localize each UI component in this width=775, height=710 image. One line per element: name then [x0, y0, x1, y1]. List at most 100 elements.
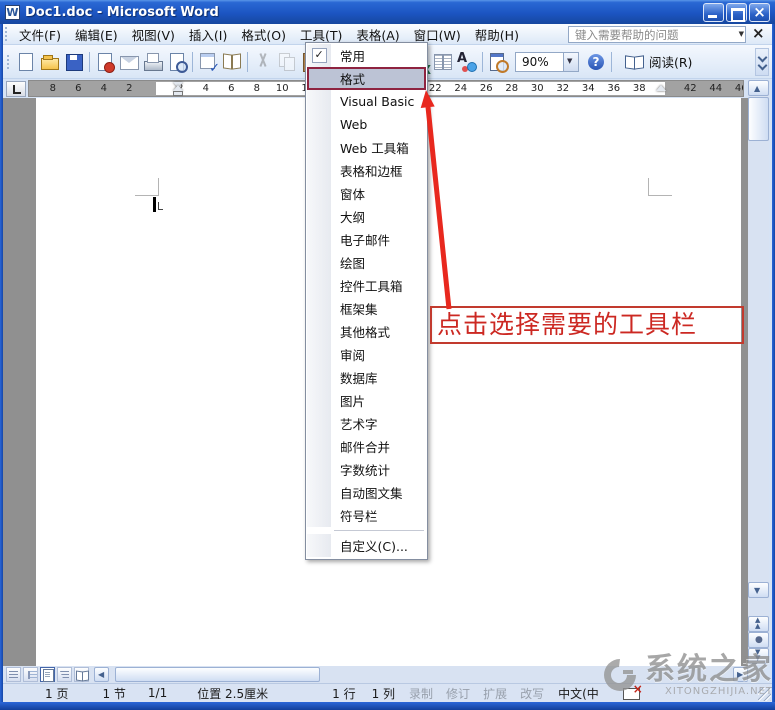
toolbars-menu-item[interactable]: 常用 [307, 44, 426, 67]
scroll-down-icon[interactable] [748, 582, 769, 598]
tab-selector-button[interactable] [6, 81, 26, 97]
menu-item[interactable]: 插入(I) [182, 23, 234, 46]
select-browse-object-icon[interactable] [748, 632, 769, 648]
margin-corner-mark [648, 178, 649, 196]
help-icon[interactable] [584, 50, 608, 74]
toolbars-menu-item[interactable]: 表格和边框 [307, 159, 426, 182]
mode-toggles: 录制修订扩展改写 [409, 685, 544, 702]
reading-mode-button[interactable]: 阅读(R) [619, 49, 698, 74]
spelling-status-icon[interactable] [623, 687, 640, 700]
page-indicator: 1 页 [45, 685, 68, 702]
cut-icon[interactable] [251, 50, 275, 74]
toolbars-menu-item[interactable]: Visual Basic [307, 90, 426, 113]
vertical-scrollbar[interactable] [748, 80, 769, 666]
toolbars-menu-item[interactable]: 邮件合并 [307, 435, 426, 458]
help-question-input[interactable]: 键入需要帮助的问题 [568, 26, 746, 43]
toolbars-menu-item[interactable]: 绘图 [307, 251, 426, 274]
close-document-icon[interactable] [752, 27, 765, 42]
toolbars-menu-item[interactable]: 窗体 [307, 182, 426, 205]
menu-item-label: 格式 [331, 69, 365, 88]
maximize-button[interactable] [726, 3, 747, 22]
toolbars-menu-item[interactable]: 艺术字 [307, 412, 426, 435]
menu-item[interactable]: 帮助(H) [468, 23, 526, 46]
toolbar-separator[interactable] [86, 50, 93, 74]
menu-item[interactable]: 文件(F) [12, 23, 68, 46]
menu-item-gutter [307, 504, 331, 527]
save-icon[interactable] [62, 50, 86, 74]
toolbars-menu-item[interactable]: 电子邮件 [307, 228, 426, 251]
minimize-button[interactable] [703, 3, 724, 22]
toolbars-menu-item[interactable]: 自动图文集 [307, 481, 426, 504]
columns-icon[interactable] [431, 50, 455, 74]
menu-item[interactable]: 视图(V) [125, 23, 182, 46]
email-icon[interactable] [117, 50, 141, 74]
menu-item[interactable]: 编辑(E) [68, 23, 125, 46]
text-cursor [153, 197, 156, 212]
drawing-icon[interactable] [455, 50, 479, 74]
spelling-grammar-icon[interactable] [196, 50, 220, 74]
permission-icon[interactable] [93, 50, 117, 74]
toolbars-menu-item[interactable]: 审阅 [307, 343, 426, 366]
left-indent-marker[interactable] [173, 91, 183, 96]
mode-toggle[interactable]: 修订 [446, 685, 470, 702]
research-icon[interactable] [220, 50, 244, 74]
toolbar-separator[interactable] [189, 50, 196, 74]
zoom-page-icon[interactable] [486, 50, 510, 74]
check-icon [312, 48, 327, 63]
chevron-down-icon[interactable] [735, 30, 745, 40]
toolbars-menu-item[interactable]: 控件工具箱 [307, 274, 426, 297]
toolbar-separator[interactable] [244, 50, 251, 74]
mode-toggle[interactable]: 扩展 [483, 685, 507, 702]
horizontal-scroll-track[interactable] [109, 667, 733, 682]
close-button[interactable] [749, 3, 770, 22]
toolbars-menu-item[interactable]: Web 工具箱 [307, 136, 426, 159]
toolbars-menu-item[interactable]: 字数统计 [307, 458, 426, 481]
menu-item-label: 常用 [331, 46, 365, 65]
customize-menu-item[interactable]: 自定义(C)... [307, 534, 426, 557]
menu-item[interactable]: 格式(O) [234, 23, 293, 46]
toolbars-menu-item[interactable]: 数据库 [307, 366, 426, 389]
chevron-down-icon[interactable] [563, 53, 578, 71]
mode-toggle[interactable]: 录制 [409, 685, 433, 702]
scroll-left-icon[interactable] [94, 667, 109, 682]
menu-item-label: 大纲 [331, 207, 365, 226]
previous-page-icon[interactable] [748, 616, 769, 632]
scroll-up-icon[interactable] [748, 80, 769, 96]
open-icon[interactable] [38, 50, 62, 74]
menubar-grip-icon[interactable] [5, 27, 8, 41]
next-page-icon[interactable] [748, 648, 769, 664]
vertical-scroll-thumb[interactable] [748, 97, 769, 141]
print-preview-icon[interactable] [165, 50, 189, 74]
language-indicator[interactable]: 中文(中 [558, 685, 599, 702]
toolbars-menu-item[interactable]: 大纲 [307, 205, 426, 228]
mode-toggle[interactable]: 改写 [520, 685, 544, 702]
toolbars-menu-item[interactable]: 格式 [307, 67, 426, 90]
ruler-number: 8 [40, 81, 66, 97]
resize-grip[interactable] [758, 688, 771, 701]
book-icon [625, 54, 644, 69]
menu-item-label: 其他格式 [331, 322, 390, 341]
outline-view-button[interactable] [57, 667, 72, 682]
toolbars-menu-item[interactable]: 框架集 [307, 297, 426, 320]
horizontal-scroll-thumb[interactable] [115, 667, 320, 682]
toolbar-options-icon[interactable] [755, 48, 769, 76]
scroll-right-icon[interactable] [733, 667, 748, 682]
print-layout-view-button[interactable] [40, 667, 55, 682]
toolbars-menu-item[interactable]: Web [307, 113, 426, 136]
web-layout-view-button[interactable] [23, 667, 38, 682]
reading-layout-view-button[interactable] [74, 667, 89, 682]
toolbars-menu-item[interactable]: 图片 [307, 389, 426, 412]
copy-icon[interactable] [275, 50, 299, 74]
print-icon[interactable] [141, 50, 165, 74]
normal-view-button[interactable] [6, 667, 21, 682]
help-placeholder: 键入需要帮助的问题 [575, 27, 679, 43]
ruler-number: 34 [576, 81, 602, 97]
toolbar-grip-icon[interactable] [7, 55, 10, 69]
right-indent-marker[interactable] [656, 85, 666, 91]
zoom-select[interactable]: 90% [515, 52, 579, 72]
ruler-number: 28 [499, 81, 525, 97]
toolbars-menu-item[interactable]: 符号栏 [307, 504, 426, 527]
toolbars-menu-item[interactable]: 其他格式 [307, 320, 426, 343]
toolbar-separator[interactable] [479, 50, 486, 74]
new-document-icon[interactable] [14, 50, 38, 74]
